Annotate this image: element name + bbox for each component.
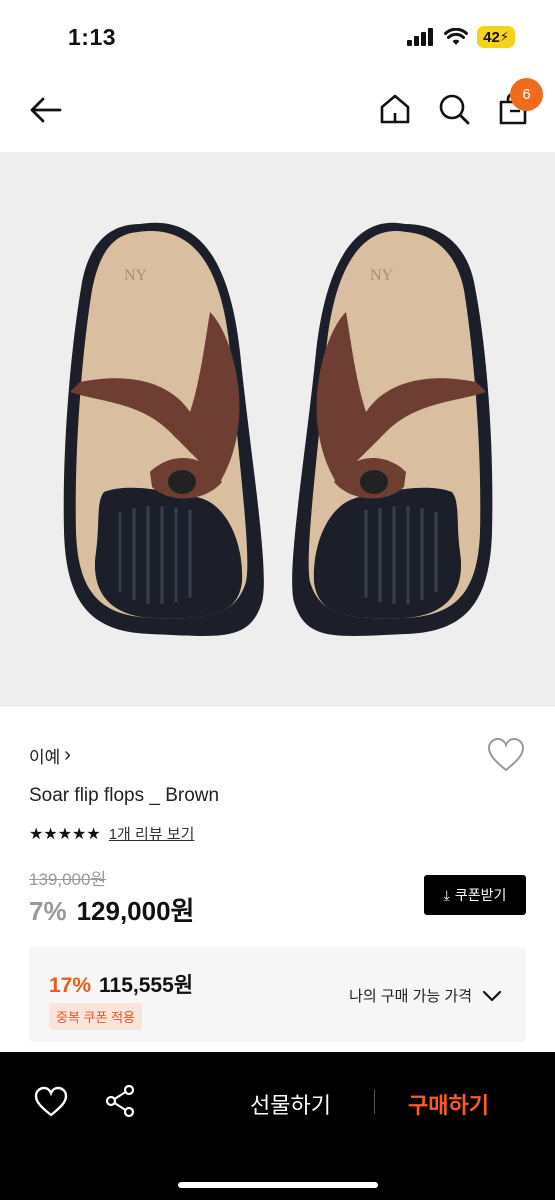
brand-name: 이예 (29, 748, 61, 767)
left-sandal: NY (63, 222, 264, 636)
charging-icon: ⚡ (499, 29, 509, 44)
my-price-box: 17% 115,555원 중복 쿠폰 적용 나의 구매 가능 가격 (29, 947, 526, 1042)
original-price: 139,000원 (29, 870, 107, 889)
battery-level: 42 (483, 28, 500, 46)
heart-icon[interactable] (34, 1086, 68, 1118)
status-time: 1:13 (68, 24, 117, 50)
discount-rate: 7% (29, 896, 67, 926)
my-discount-rate: 17% (49, 974, 92, 997)
status-bar: 1:13 42 ⚡ (0, 0, 555, 72)
my-price-amount: 115,555원 (99, 974, 194, 997)
review-link[interactable]: 1개 리뷰 보기 (109, 823, 195, 844)
duplicate-coupon-tag: 중복 쿠폰 적용 (49, 1003, 142, 1030)
heart-icon[interactable] (487, 737, 525, 773)
my-price-toggle-label: 나의 구매 가능 가격 (349, 988, 472, 1005)
coupon-button-label: 쿠폰받기 (454, 887, 507, 903)
home-indicator (178, 1182, 378, 1188)
status-icons: 42 ⚡ (407, 26, 515, 48)
sale-price: 129,000원 (76, 896, 195, 926)
home-icon[interactable] (378, 92, 412, 126)
sandals-illustration: NY NY (63, 222, 493, 636)
bottom-action-bar: 선물하기 구매하기 (0, 1052, 555, 1200)
cart-count-badge: 6 (510, 78, 543, 111)
download-icon: ⤓ (443, 886, 450, 903)
sale-price-row: 7% 129,000원 (29, 891, 194, 928)
right-sandal: NY (292, 222, 493, 636)
coupon-download-button[interactable]: ⤓ 쿠폰받기 (424, 875, 526, 915)
wifi-icon (444, 28, 469, 45)
buy-button[interactable]: 구매하기 (408, 1088, 489, 1120)
my-price-row: 17% 115,555원 (49, 969, 193, 999)
brand-link[interactable]: 이예 › (29, 743, 71, 768)
chevron-down-icon (482, 990, 502, 1001)
chevron-right-icon: › (64, 744, 71, 766)
signal-icon (407, 28, 434, 46)
product-name: Soar flip flops _ Brown (29, 785, 220, 806)
gift-button[interactable]: 선물하기 (250, 1088, 331, 1120)
my-price-toggle[interactable]: 나의 구매 가능 가격 (349, 985, 502, 1006)
top-nav: 6 (0, 72, 555, 152)
left-shoe-logo: NY (124, 267, 148, 284)
right-shoe-logo: NY (370, 267, 394, 284)
rating-row: ★★★★★ 1개 리뷰 보기 (29, 823, 194, 844)
search-icon[interactable] (437, 92, 471, 126)
back-arrow-icon[interactable] (28, 92, 64, 128)
product-image[interactable]: NY NY (0, 152, 555, 707)
star-rating-icon: ★★★★★ (29, 825, 101, 843)
battery-indicator: 42 ⚡ (477, 26, 515, 48)
share-icon[interactable] (104, 1084, 136, 1118)
divider (374, 1090, 375, 1114)
